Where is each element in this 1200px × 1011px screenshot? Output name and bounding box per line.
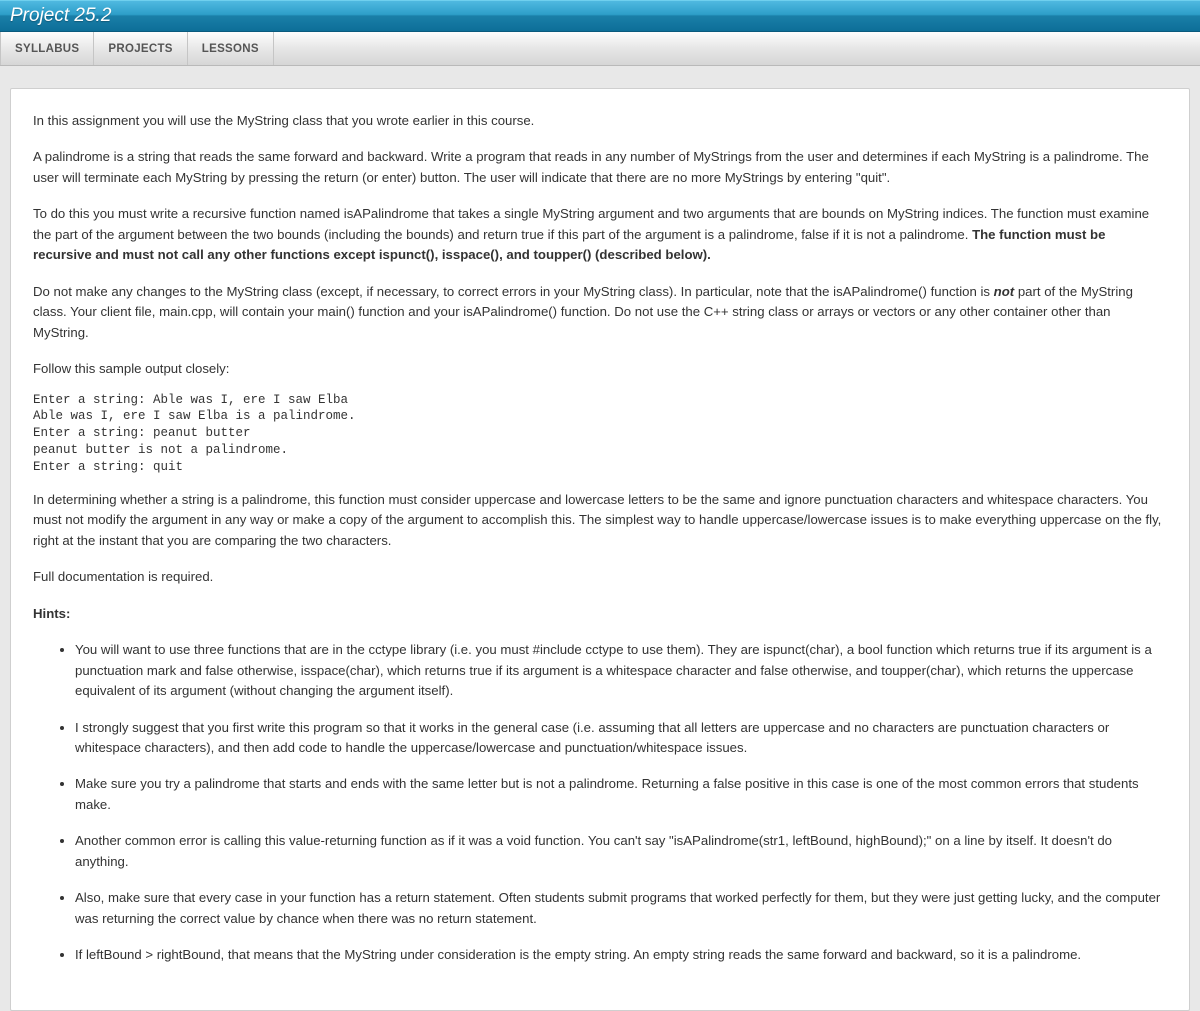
hints-heading: Hints: (33, 604, 1167, 624)
page-title: Project 25.2 (10, 5, 111, 27)
tabs-bar: SYLLABUS PROJECTS LESSONS (0, 32, 1200, 66)
list-item: Another common error is calling this val… (75, 831, 1167, 872)
hints-heading-label: Hints: (33, 606, 70, 621)
recursive-requirement: To do this you must write a recursive fu… (33, 204, 1167, 265)
header-bar: Project 25.2 (0, 0, 1200, 32)
sample-output-label: Follow this sample output closely: (33, 359, 1167, 379)
hints-list: You will want to use three functions tha… (33, 640, 1167, 965)
list-item: If leftBound > rightBound, that means th… (75, 945, 1167, 965)
list-item: Also, make sure that every case in your … (75, 888, 1167, 929)
page-body: In this assignment you will use the MySt… (0, 66, 1200, 1011)
list-item: I strongly suggest that you first write … (75, 718, 1167, 759)
tab-lessons[interactable]: LESSONS (188, 32, 274, 65)
palindrome-definition: A palindrome is a string that reads the … (33, 147, 1167, 188)
tab-projects[interactable]: PROJECTS (94, 32, 187, 65)
tab-syllabus[interactable]: SYLLABUS (0, 32, 94, 65)
list-item: You will want to use three functions tha… (75, 640, 1167, 701)
not-emphasis: not (994, 284, 1015, 299)
case-and-punct-rules: In determining whether a string is a pal… (33, 490, 1167, 551)
mystring-restrictions-a: Do not make any changes to the MyString … (33, 284, 994, 299)
documentation-note: Full documentation is required. (33, 567, 1167, 587)
assignment-content: In this assignment you will use the MySt… (10, 88, 1190, 1011)
mystring-restrictions: Do not make any changes to the MyString … (33, 282, 1167, 343)
intro-paragraph: In this assignment you will use the MySt… (33, 111, 1167, 131)
sample-output: Enter a string: Able was I, ere I saw El… (33, 392, 1167, 476)
list-item: Make sure you try a palindrome that star… (75, 774, 1167, 815)
